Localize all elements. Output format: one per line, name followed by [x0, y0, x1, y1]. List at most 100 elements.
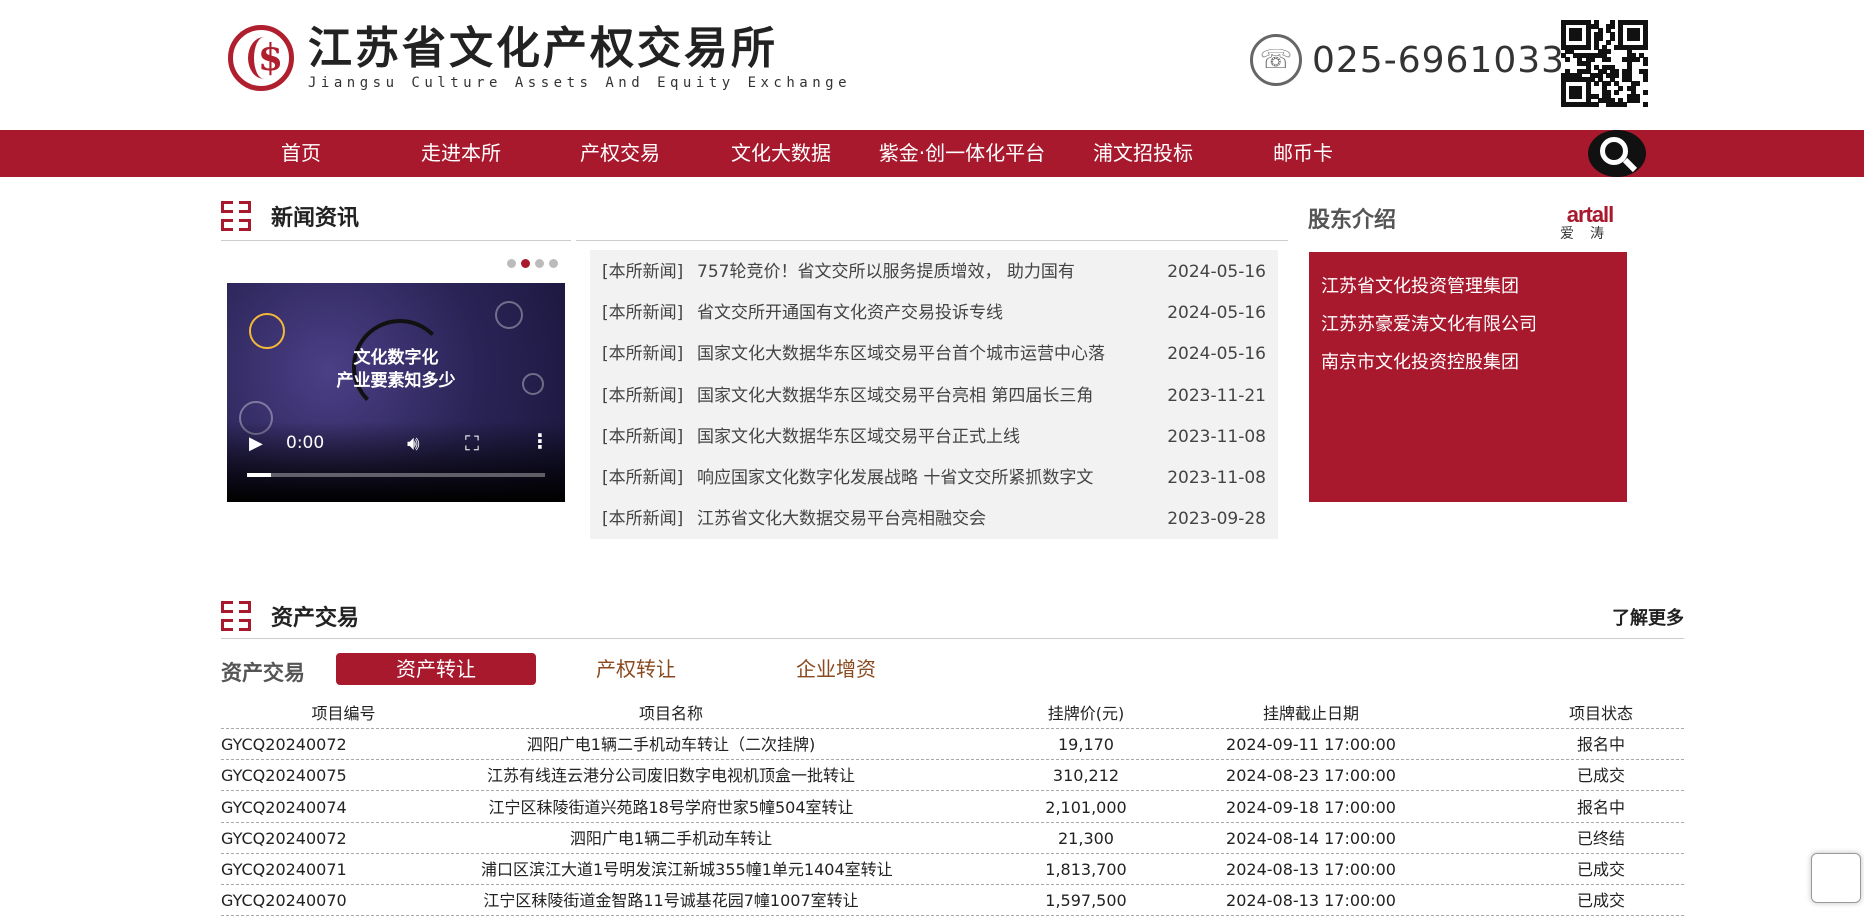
news-item-tag: [本所新闻]	[602, 262, 684, 282]
assets-tabs-label: 资产交易	[221, 661, 305, 685]
tab-equity-transfer[interactable]: 产权转让	[536, 653, 736, 685]
slider-dot[interactable]	[521, 259, 530, 268]
nav-item-home[interactable]: 首页	[256, 130, 346, 177]
cell-status: 报名中	[1576, 797, 1625, 817]
table-header-row: 项目编号 项目名称 挂牌价(元) 挂牌截止日期 项目状态	[221, 698, 1684, 729]
news-item[interactable]: [本所新闻] 省文交所开通国有文化资产交易投诉专线 2024-05-16	[590, 293, 1278, 334]
news-item-title[interactable]: 江苏省文化大数据交易平台亮相融交会	[697, 499, 986, 540]
cell-status: 报名中	[1576, 735, 1625, 755]
table-row[interactable]: GYCQ20240074 江宁区秣陵街道兴苑路18号学府世家5幢504室转让 2,1…	[221, 792, 1684, 823]
cell-price: 310,212	[1052, 766, 1120, 786]
main-nav: 首页 走进本所 产权交易 文化大数据 紫金·创一体化平台 浦文招投标 邮币卡	[0, 130, 1864, 177]
slider-dot[interactable]	[535, 259, 544, 268]
shareholder-item[interactable]: 江苏苏豪爱涛文化有限公司	[1321, 310, 1537, 336]
news-item-tag: [本所新闻]	[602, 468, 684, 488]
news-item-tag: [本所新闻]	[602, 426, 684, 447]
nav-item-zijin-platform[interactable]: 紫金·创一体化平台	[874, 130, 1050, 177]
nav-item-about[interactable]: 走进本所	[406, 130, 516, 177]
news-item[interactable]: [本所新闻] 国家文化大数据华东区域交易平台正式上线 2023-11-08	[590, 417, 1278, 458]
cell-status: 已终结	[1576, 828, 1625, 848]
nav-item-equity-trading[interactable]: 产权交易	[565, 130, 675, 177]
artall-logo-sub: 爱涛	[1560, 226, 1620, 242]
tab-capital-increase[interactable]: 企业增资	[736, 653, 936, 685]
news-item-title[interactable]: 响应国家文化数字化发展战略 十省文交所紧抓数字文	[697, 458, 1093, 499]
video-caption-line2: 产业要素知多少	[336, 371, 456, 391]
volume-icon[interactable]: 🔊︎	[407, 431, 420, 455]
news-section-title: 新闻资讯	[271, 206, 360, 231]
site-logo[interactable]: $ 江苏省文化产权交易所 Jiangsu Culture Assets And …	[228, 22, 851, 94]
shareholder-item[interactable]: 南京市文化投资控股集团	[1321, 348, 1519, 374]
cell-name[interactable]: 泗阳广电1辆二手机动车转让	[481, 823, 861, 854]
shareholder-item[interactable]: 江苏省文化投资管理集团	[1321, 272, 1519, 298]
table-row[interactable]: GYCQ20240075 江苏有线连云港分公司废旧数字电视机顶盒一批转让 310,2…	[221, 760, 1684, 792]
shareholders-list: 江苏省文化投资管理集团 江苏苏豪爱涛文化有限公司 南京市文化投资控股集团	[1309, 252, 1627, 502]
cell-status: 已成交	[1576, 766, 1625, 786]
column-header-code: 项目编号	[311, 704, 376, 723]
tab-asset-transfer[interactable]: 资产转让	[336, 653, 536, 685]
cell-deadline: 2024-08-23 17:00:00	[1226, 766, 1396, 786]
news-item-date: 2023-11-08	[1167, 426, 1266, 447]
artall-logo[interactable]: artall 爱涛	[1560, 202, 1620, 243]
news-item[interactable]: [本所新闻] 757轮竞价！省文交所以服务提质增效， 助力国有 2024-05-16	[590, 252, 1278, 293]
nav-item-tender[interactable]: 浦文招投标	[1086, 130, 1200, 177]
cell-name[interactable]: 江宁区秣陵街道金智路11号诚基花园7幢1007室转让	[481, 885, 861, 916]
assets-divider	[221, 638, 1684, 639]
slider-dot[interactable]	[549, 259, 558, 268]
learn-more-link[interactable]: 了解更多	[1612, 604, 1684, 630]
news-item[interactable]: [本所新闻] 响应国家文化数字化发展战略 十省文交所紧抓数字文 2023-11-08	[590, 458, 1278, 499]
table-row[interactable]: GYCQ20240070 江宁区秣陵街道金智路11号诚基花园7幢1007室转让 1,…	[221, 885, 1684, 917]
news-divider	[221, 240, 571, 241]
news-item[interactable]: [本所新闻] 江苏省文化大数据交易平台亮相融交会 2023-09-28	[590, 499, 1278, 540]
search-icon	[1600, 136, 1628, 165]
phone-icon: ☏	[1250, 34, 1302, 86]
logo-emblem-icon: $	[228, 25, 294, 91]
news-item-title[interactable]: 国家文化大数据华东区域交易平台正式上线	[697, 417, 1020, 458]
cell-name[interactable]: 江苏有线连云港分公司废旧数字电视机顶盒一批转让	[481, 760, 861, 791]
video-decor-node	[249, 313, 285, 349]
more-options-icon[interactable]: ⋮	[530, 429, 550, 453]
artall-logo-text: artall	[1566, 202, 1615, 227]
video-player[interactable]: 文化数字化 产业要素知多少 ▶ 0:00 🔊︎ ⛶ ⋮	[227, 283, 565, 502]
cell-name[interactable]: 江宁区秣陵街道兴苑路18号学府世家5幢504室转让	[481, 792, 861, 823]
play-icon[interactable]: ▶	[249, 433, 263, 454]
video-controls	[227, 421, 565, 502]
assets-section-header: 资产交易	[221, 600, 359, 632]
news-item-date: 2023-11-21	[1167, 385, 1266, 406]
hotline: ☏ 025-69610338	[1250, 34, 1589, 86]
floating-widget-button[interactable]	[1811, 853, 1861, 903]
slider-dot[interactable]	[507, 259, 516, 268]
cell-price: 2,101,000	[1045, 797, 1127, 817]
cell-name[interactable]: 泗阳广电1辆二手机动车转让（二次挂牌)	[481, 729, 861, 760]
news-item-date: 2024-05-16	[1167, 344, 1266, 365]
logo-title-cn: 江苏省文化产权交易所	[308, 23, 778, 74]
news-item-title[interactable]: 757轮竞价！省文交所以服务提质增效， 助力国有	[697, 252, 1075, 293]
news-item[interactable]: [本所新闻] 国家文化大数据华东区域交易平台首个城市运营中心落 2024-05-16	[590, 334, 1278, 375]
cell-status: 已成交	[1576, 860, 1625, 879]
news-item-tag: [本所新闻]	[602, 303, 684, 324]
news-item[interactable]: [本所新闻] 国家文化大数据华东区域交易平台亮相 第四届长三角 2023-11-21	[590, 376, 1278, 417]
news-item-tag: [本所新闻]	[602, 385, 684, 406]
table-row[interactable]: GYCQ20240071 浦口区滨江大道1号明发滨江新城355幢1单元1404室转…	[221, 854, 1684, 885]
table-row[interactable]: GYCQ20240072 泗阳广电1辆二手机动车转让 21,300 2024-08-1…	[221, 823, 1684, 854]
cell-code: GYCQ20240072	[221, 735, 347, 755]
video-progress-bar[interactable]	[247, 473, 545, 477]
news-item-title[interactable]: 国家文化大数据华东区域交易平台首个城市运营中心落	[697, 334, 1105, 375]
cell-price: 21,300	[1058, 828, 1114, 848]
cell-code: GYCQ20240071	[221, 860, 347, 879]
news-item-title[interactable]: 省文交所开通国有文化资产交易投诉专线	[697, 293, 1003, 334]
cell-price: 19,170	[1058, 735, 1114, 755]
cell-price: 1,813,700	[1045, 860, 1127, 879]
cell-deadline: 2024-09-11 17:00:00	[1226, 735, 1396, 755]
cell-deadline: 2024-08-13 17:00:00	[1226, 891, 1396, 911]
cell-code: GYCQ20240074	[221, 797, 347, 817]
cell-name[interactable]: 浦口区滨江大道1号明发滨江新城355幢1单元1404室转让	[481, 854, 893, 885]
search-button[interactable]	[1588, 130, 1646, 177]
table-row[interactable]: GYCQ20240072 泗阳广电1辆二手机动车转让（二次挂牌) 19,170 202…	[221, 729, 1684, 761]
cell-deadline: 2024-09-18 17:00:00	[1226, 797, 1396, 817]
nav-item-culture-big-data[interactable]: 文化大数据	[722, 130, 840, 177]
news-item-title[interactable]: 国家文化大数据华东区域交易平台亮相 第四届长三角	[697, 376, 1093, 417]
logo-text: 江苏省文化产权交易所 Jiangsu Culture Assets And Eq…	[308, 24, 851, 92]
cell-deadline: 2024-08-14 17:00:00	[1226, 828, 1396, 848]
fullscreen-icon[interactable]: ⛶	[465, 431, 479, 455]
nav-item-stamps-coins[interactable]: 邮币卡	[1256, 130, 1350, 177]
